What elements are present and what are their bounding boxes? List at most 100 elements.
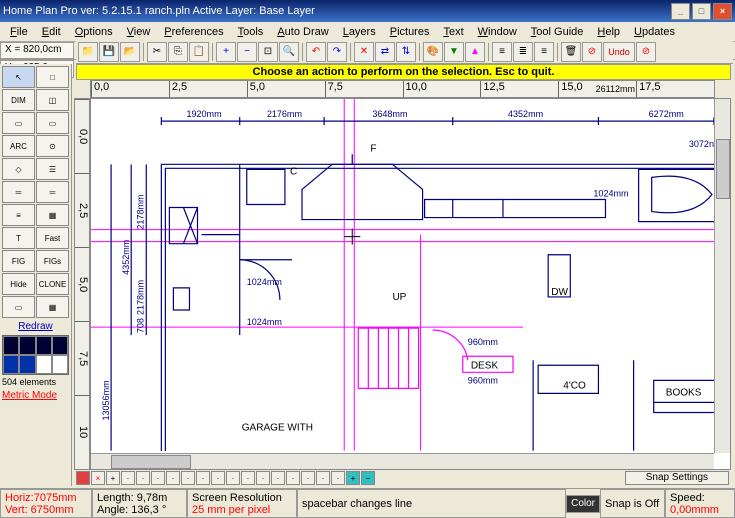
bt-teal-minus-icon[interactable]: −: [361, 471, 375, 485]
tool-text-right-icon[interactable]: ≡: [534, 42, 554, 62]
bt-item-icon[interactable]: ·: [241, 471, 255, 485]
menu-layers[interactable]: Layers: [336, 24, 383, 40]
tool-paste-icon[interactable]: 📋: [189, 42, 209, 62]
tool-copy-icon[interactable]: ⎘: [168, 42, 188, 62]
menu-tools[interactable]: Tools: [231, 24, 271, 40]
tool-flip-h-icon[interactable]: ⇄: [375, 42, 395, 62]
left-tool-16[interactable]: FIG: [2, 250, 35, 272]
palette-swatch[interactable]: [52, 355, 68, 374]
redraw-button[interactable]: Redraw: [2, 318, 69, 335]
menu-view[interactable]: View: [120, 24, 158, 40]
left-tool-1[interactable]: □: [36, 66, 69, 88]
bt-red-icon[interactable]: [76, 471, 90, 485]
tool-trash-icon[interactable]: 🗑: [561, 42, 581, 62]
drawing-canvas[interactable]: 1920mm 2176mm 3648mm 4352mm 6272mm 3072n…: [90, 98, 731, 470]
left-tool-9[interactable]: ☰: [36, 158, 69, 180]
menu-tool-guide[interactable]: Tool Guide: [524, 24, 591, 40]
vertical-scrollbar[interactable]: [714, 99, 730, 453]
bt-item-icon[interactable]: ·: [331, 471, 345, 485]
color-palette[interactable]: [2, 335, 69, 375]
bt-plus-icon[interactable]: +: [106, 471, 120, 485]
palette-swatch[interactable]: [19, 355, 35, 374]
palette-swatch[interactable]: [19, 336, 35, 355]
tool-flip-v-icon[interactable]: ⇅: [396, 42, 416, 62]
left-tool-2[interactable]: DIM: [2, 89, 35, 111]
bt-item-icon[interactable]: ·: [256, 471, 270, 485]
left-tool-5[interactable]: ▭: [36, 112, 69, 134]
tool-help-icon[interactable]: ⊘: [636, 42, 656, 62]
snap-settings-button[interactable]: Snap Settings: [625, 471, 729, 485]
left-tool-19[interactable]: CLONE: [36, 273, 69, 295]
left-tool-21[interactable]: ▦: [36, 296, 69, 318]
palette-swatch[interactable]: [3, 355, 19, 374]
bt-item-icon[interactable]: ·: [121, 471, 135, 485]
bt-item-icon[interactable]: ·: [196, 471, 210, 485]
bt-item-icon[interactable]: ·: [181, 471, 195, 485]
close-button[interactable]: ×: [713, 3, 732, 20]
palette-swatch[interactable]: [3, 336, 19, 355]
undo-button[interactable]: Undo: [603, 42, 635, 62]
floor-plan[interactable]: 1920mm 2176mm 3648mm 4352mm 6272mm 3072n…: [91, 99, 714, 451]
menu-preferences[interactable]: Preferences: [157, 24, 230, 40]
bt-item-icon[interactable]: ·: [136, 471, 150, 485]
bt-item-icon[interactable]: ·: [271, 471, 285, 485]
tool-zoom-window-icon[interactable]: 🔍: [279, 42, 299, 62]
left-tool-14[interactable]: T: [2, 227, 35, 249]
tool-zoom-out-icon[interactable]: −: [237, 42, 257, 62]
left-tool-7[interactable]: ⊙: [36, 135, 69, 157]
left-tool-15[interactable]: Fast: [36, 227, 69, 249]
menu-window[interactable]: Window: [471, 24, 524, 40]
bt-item-icon[interactable]: ·: [166, 471, 180, 485]
tool-no-icon[interactable]: ⊘: [582, 42, 602, 62]
bt-teal-plus-icon[interactable]: +: [346, 471, 360, 485]
bt-close-icon[interactable]: ×: [91, 471, 105, 485]
left-tool-10[interactable]: ═: [2, 181, 35, 203]
tool-text-center-icon[interactable]: ≣: [513, 42, 533, 62]
metric-mode-button[interactable]: Metric Mode: [2, 389, 69, 402]
left-tool-12[interactable]: ≡: [2, 204, 35, 226]
menu-edit[interactable]: Edit: [35, 24, 68, 40]
left-tool-11[interactable]: ═: [36, 181, 69, 203]
tool-zoom-fit-icon[interactable]: ⊡: [258, 42, 278, 62]
bt-item-icon[interactable]: ·: [226, 471, 240, 485]
tool-cut-icon[interactable]: ✂: [147, 42, 167, 62]
left-tool-3[interactable]: ◫: [36, 89, 69, 111]
palette-swatch[interactable]: [52, 336, 68, 355]
left-tool-13[interactable]: ▦: [36, 204, 69, 226]
bt-item-icon[interactable]: ·: [286, 471, 300, 485]
horizontal-scrollbar[interactable]: [91, 453, 714, 469]
tool-save-icon[interactable]: 💾: [99, 42, 119, 62]
left-tool-8[interactable]: ◇: [2, 158, 35, 180]
menu-options[interactable]: Options: [68, 24, 120, 40]
tool-send-back-icon[interactable]: ▼: [444, 42, 464, 62]
left-tool-20[interactable]: ▭: [2, 296, 35, 318]
left-tool-0[interactable]: ↖: [2, 66, 35, 88]
left-tool-17[interactable]: FIGs: [36, 250, 69, 272]
bt-item-icon[interactable]: ·: [151, 471, 165, 485]
tool-text-left-icon[interactable]: ≡: [492, 42, 512, 62]
left-tool-4[interactable]: ▭: [2, 112, 35, 134]
maximize-button[interactable]: □: [692, 3, 711, 20]
tool-rotate-ccw-icon[interactable]: ↶: [306, 42, 326, 62]
menu-file[interactable]: File: [3, 24, 35, 40]
tool-zoom-in-icon[interactable]: +: [216, 42, 236, 62]
tool-open-icon[interactable]: 📁: [78, 42, 98, 62]
palette-swatch[interactable]: [36, 336, 52, 355]
left-tool-18[interactable]: Hide: [2, 273, 35, 295]
bt-item-icon[interactable]: ·: [211, 471, 225, 485]
left-tool-6[interactable]: ARC: [2, 135, 35, 157]
tool-rotate-cw-icon[interactable]: ↷: [327, 42, 347, 62]
bt-item-icon[interactable]: ·: [316, 471, 330, 485]
palette-swatch[interactable]: [36, 355, 52, 374]
tool-close-icon[interactable]: ✕: [354, 42, 374, 62]
bt-item-icon[interactable]: ·: [301, 471, 315, 485]
color-button[interactable]: Color: [566, 495, 600, 513]
menu-text[interactable]: Text: [436, 24, 470, 40]
menu-help[interactable]: Help: [590, 24, 627, 40]
tool-folder-icon[interactable]: 📂: [120, 42, 140, 62]
menu-pictures[interactable]: Pictures: [383, 24, 437, 40]
menu-updates[interactable]: Updates: [627, 24, 682, 40]
tool-bring-front-icon[interactable]: ▲: [465, 42, 485, 62]
menu-auto-draw[interactable]: Auto Draw: [270, 24, 335, 40]
minimize-button[interactable]: _: [671, 3, 690, 20]
